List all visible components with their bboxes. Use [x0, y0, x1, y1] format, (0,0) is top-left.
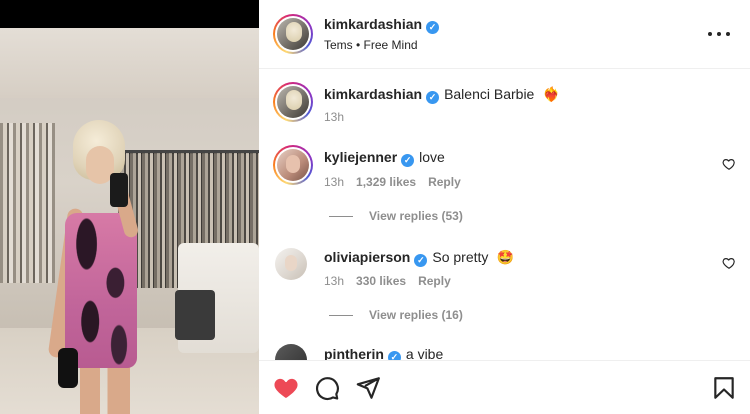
comment-avatar[interactable]	[273, 145, 313, 185]
audio-label[interactable]: Tems • Free Mind	[324, 38, 418, 52]
comment-likes[interactable]: 330 likes	[356, 274, 406, 288]
caption-username[interactable]: kimkardashian	[324, 86, 422, 102]
caption-timestamp: 13h	[324, 110, 345, 124]
bookmark-icon[interactable]	[711, 375, 737, 401]
reply-button[interactable]: Reply	[428, 175, 461, 189]
star-eyes-emoji: 🤩	[496, 249, 515, 265]
view-replies-button[interactable]: View replies (16)	[329, 308, 463, 322]
verified-badge-icon: ✓	[426, 91, 440, 104]
post-sidebar: kimkardashian ✓ Tems • Free Mind kimkarda…	[259, 0, 750, 414]
like-comment-heart-icon[interactable]	[722, 256, 736, 270]
comment-timestamp: 13h	[324, 175, 345, 189]
share-icon[interactable]	[355, 375, 381, 401]
heart-filled-icon[interactable]	[273, 375, 299, 401]
post-photo[interactable]	[0, 28, 259, 414]
verified-badge-icon: ✓	[414, 254, 428, 267]
post-actions-bar	[259, 360, 750, 414]
post-media[interactable]	[0, 0, 259, 414]
author-avatar[interactable]	[273, 14, 313, 54]
caption-avatar[interactable]	[273, 82, 313, 122]
comment-timestamp: 13h	[324, 274, 345, 288]
verified-badge-icon: ✓	[426, 21, 440, 34]
more-options-icon[interactable]	[708, 26, 730, 42]
broken-heart-emoji: ❤️‍🔥	[542, 86, 561, 102]
like-comment-heart-icon[interactable]	[722, 157, 736, 171]
post-header: kimkardashian ✓ Tems • Free Mind	[259, 0, 750, 69]
caption-text: Balenci Barbie	[444, 86, 535, 102]
comment-username[interactable]: kyliejenner	[324, 149, 397, 165]
comment-text: So pretty	[432, 249, 489, 265]
author-username[interactable]: kimkardashian	[324, 16, 422, 32]
comment-likes[interactable]: 1,329 likes	[356, 175, 416, 189]
comment-icon[interactable]	[314, 375, 340, 401]
comment-text: love	[419, 149, 445, 165]
comment-avatar[interactable]	[275, 248, 307, 280]
verified-badge-icon: ✓	[401, 154, 415, 167]
view-replies-button[interactable]: View replies (53)	[329, 209, 463, 223]
reply-button[interactable]: Reply	[418, 274, 451, 288]
comment-username[interactable]: oliviapierson	[324, 249, 410, 265]
